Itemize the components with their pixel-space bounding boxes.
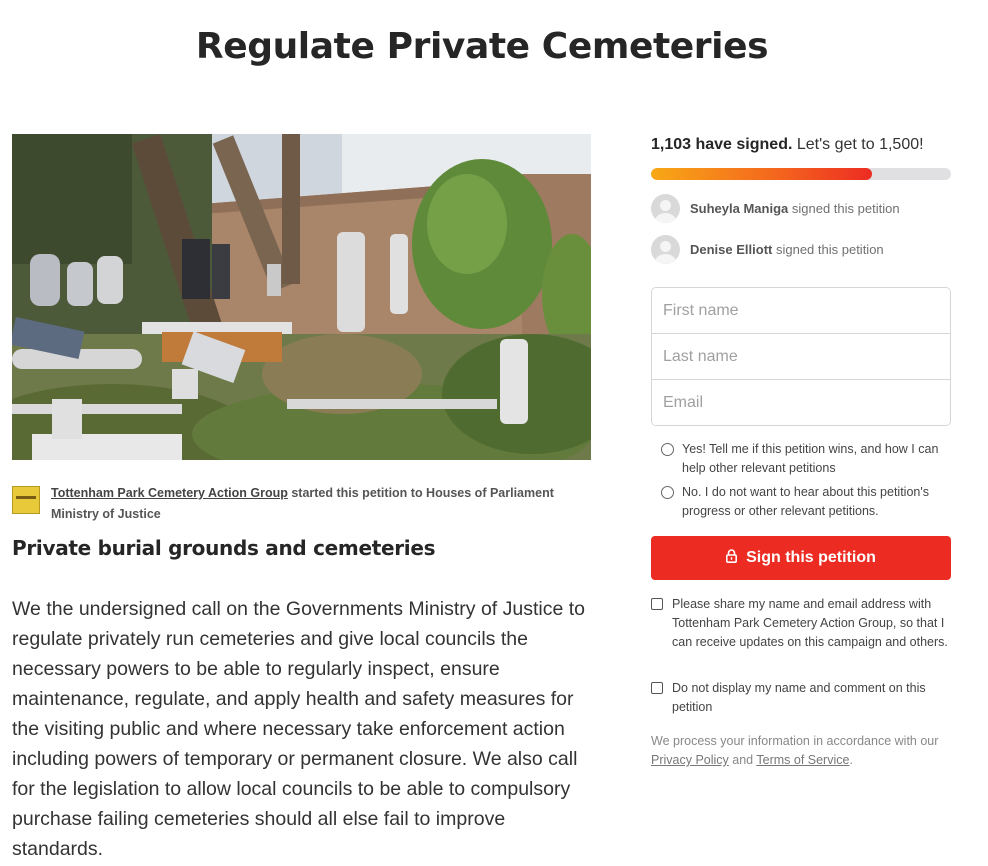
- hide-name-checkbox[interactable]: [651, 682, 663, 694]
- lock-icon: [726, 548, 738, 568]
- recent-signer: Suheyla Maniga signed this petition: [651, 193, 900, 223]
- avatar: [651, 234, 680, 264]
- hide-name-label: Do not display my name and comment on th…: [672, 681, 926, 714]
- organization-link[interactable]: Tottenham Park Cemetery Action Group: [51, 486, 288, 500]
- petition-target: Ministry of Justice: [51, 507, 161, 521]
- notify-yes-label: Yes! Tell me if this petition wins, and …: [682, 442, 939, 475]
- sign-button-label: Sign this petition: [746, 549, 876, 566]
- petition-image: [12, 134, 591, 460]
- notify-no-label: No. I do not want to hear about this pet…: [682, 485, 929, 518]
- email-field[interactable]: [652, 380, 950, 425]
- petition-body: We the undersigned call on the Governmen…: [12, 598, 586, 860]
- cemetery-photo: [12, 134, 591, 460]
- progress-fill: [651, 168, 872, 180]
- sign-petition-button[interactable]: Sign this petition: [651, 536, 951, 580]
- share-info-option[interactable]: Please share my name and email address w…: [651, 595, 951, 652]
- petition-starter: Tottenham Park Cemetery Action Group sta…: [51, 483, 591, 525]
- share-info-checkbox[interactable]: [651, 598, 663, 610]
- privacy-policy-link[interactable]: Privacy Policy: [651, 753, 729, 767]
- signer-name: Denise Elliott: [690, 241, 773, 257]
- progress-bar: [651, 168, 951, 180]
- goal-text: Let's get to 1,500!: [792, 136, 924, 153]
- notify-yes-radio[interactable]: [661, 443, 674, 456]
- organization-logo: [12, 486, 40, 514]
- signer-name: Suheyla Maniga: [690, 200, 789, 216]
- petition-title: Regulate Private Cemeteries: [195, 26, 769, 67]
- notify-no-option[interactable]: No. I do not want to hear about this pet…: [661, 483, 951, 521]
- privacy-notice: We process your information in accordanc…: [651, 734, 939, 767]
- hide-name-option[interactable]: Do not display my name and comment on th…: [651, 679, 951, 717]
- avatar: [651, 193, 680, 223]
- first-name-field[interactable]: [652, 288, 950, 334]
- signer-action: signed this petition: [788, 200, 900, 216]
- last-name-field[interactable]: [652, 334, 950, 380]
- terms-of-service-link[interactable]: Terms of Service: [756, 753, 849, 767]
- notify-yes-option[interactable]: Yes! Tell me if this petition wins, and …: [661, 440, 951, 478]
- petition-subtitle: Private burial grounds and cemeteries: [12, 536, 436, 560]
- share-info-label: Please share my name and email address w…: [672, 597, 948, 649]
- signer-action: signed this petition: [772, 241, 884, 257]
- signature-form: [651, 287, 951, 426]
- signed-count: 1,103 have signed.: [651, 136, 793, 153]
- notify-no-radio[interactable]: [661, 486, 674, 499]
- started-text: started this petition to Houses of Parli…: [287, 486, 554, 500]
- recent-signer: Denise Elliott signed this petition: [651, 234, 884, 264]
- signature-count: 1,103 have signed. Let's get to 1,500!: [651, 136, 924, 154]
